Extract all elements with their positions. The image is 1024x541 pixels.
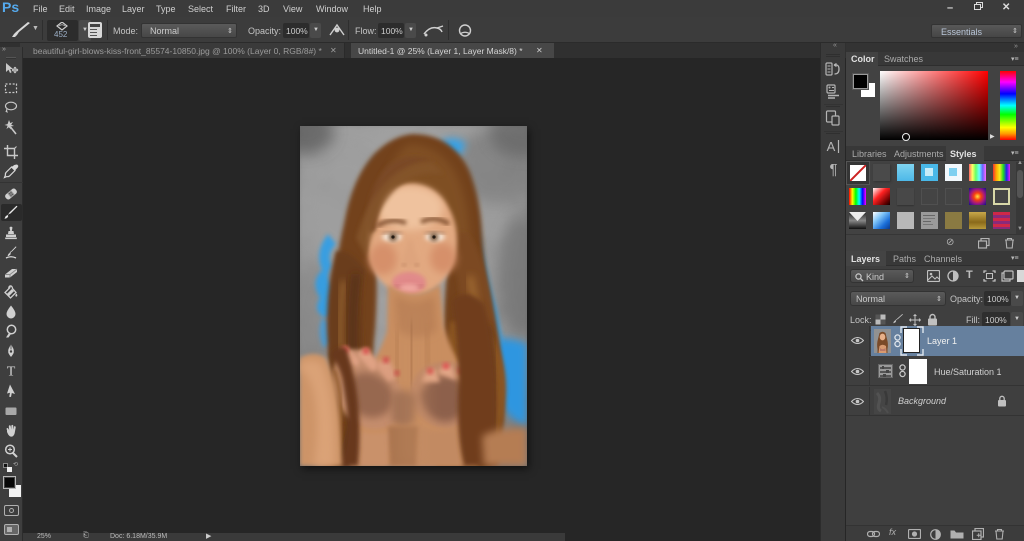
svg-text:¶: ¶ xyxy=(829,161,837,177)
svg-text:T: T xyxy=(7,365,16,380)
svg-text:A: A xyxy=(827,139,836,154)
